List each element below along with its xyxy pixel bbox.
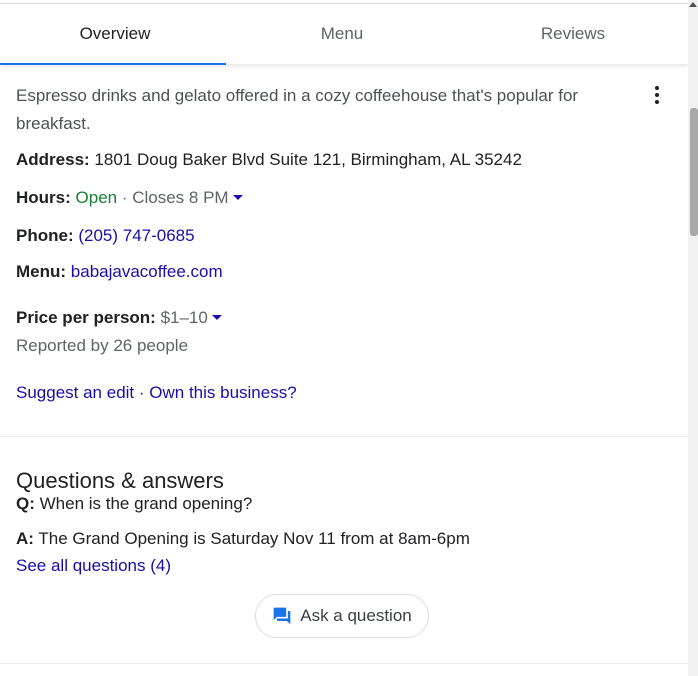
qa-title: Questions & answers	[16, 468, 224, 493]
qa-question-text[interactable]: When is the grand opening?	[40, 494, 253, 513]
address-value: 1801 Doug Baker Blvd Suite 121, Birmingh…	[94, 150, 522, 169]
scrollbar[interactable]	[688, 0, 698, 676]
phone-row: Phone: (205) 747-0685	[16, 226, 195, 246]
qa-question-prefix: Q:	[16, 494, 35, 513]
price-dropdown-icon[interactable]	[211, 314, 222, 320]
see-all-questions-link[interactable]: See all questions (4)	[16, 556, 171, 575]
price-label: Price per person:	[16, 308, 156, 327]
question-answer-icon	[273, 607, 291, 625]
hours-row: Hours: Open · Closes 8 PM	[16, 188, 243, 208]
ask-question-button[interactable]: Ask a question	[255, 594, 429, 638]
tab-overview[interactable]: Overview	[0, 4, 230, 65]
hours-status: Open	[75, 188, 118, 207]
price-row: Price per person: $1–10	[16, 308, 222, 328]
section-divider	[0, 436, 688, 437]
qa-answer-prefix: A:	[16, 529, 34, 548]
phone-label: Phone:	[16, 226, 74, 245]
scroll-up-icon[interactable]	[689, 2, 697, 7]
bottom-divider	[0, 663, 688, 664]
tab-menu[interactable]: Menu	[227, 4, 457, 64]
own-business-link[interactable]: Own this business?	[149, 383, 296, 402]
phone-link[interactable]: (205) 747-0685	[78, 226, 194, 245]
edit-links: Suggest an edit · Own this business?	[16, 383, 297, 403]
see-all-questions: See all questions (4)	[16, 556, 171, 576]
address-label: Address:	[16, 150, 90, 169]
hours-closes[interactable]: Closes 8 PM	[132, 188, 228, 207]
hours-separator: ·	[117, 188, 133, 207]
more-options-icon[interactable]	[648, 84, 666, 106]
qa-answer: A: The Grand Opening is Saturday Nov 11 …	[16, 529, 470, 549]
qa-question: Q: When is the grand opening?	[16, 494, 252, 514]
scrollbar-thumb[interactable]	[690, 108, 698, 236]
suggest-edit-link[interactable]: Suggest an edit	[16, 383, 134, 402]
ask-question-label: Ask a question	[300, 606, 412, 625]
price-reported: Reported by 26 people	[16, 336, 189, 355]
menu-link[interactable]: babajavacoffee.com	[71, 262, 223, 281]
menu-row: Menu: babajavacoffee.com	[16, 262, 223, 282]
hours-dropdown-icon[interactable]	[232, 194, 243, 200]
address-row: Address: 1801 Doug Baker Blvd Suite 121,…	[16, 150, 522, 170]
hours-label: Hours:	[16, 188, 71, 207]
price-value[interactable]: $1–10	[161, 308, 208, 327]
qa-answer-text: The Grand Opening is Saturday Nov 11 fro…	[38, 529, 470, 548]
tab-bar: Overview Menu Reviews	[0, 4, 688, 65]
business-description: Espresso drinks and gelato offered in a …	[16, 86, 579, 133]
tab-reviews[interactable]: Reviews	[458, 4, 688, 64]
menu-label: Menu:	[16, 262, 67, 281]
edit-links-separator: ·	[134, 383, 150, 402]
